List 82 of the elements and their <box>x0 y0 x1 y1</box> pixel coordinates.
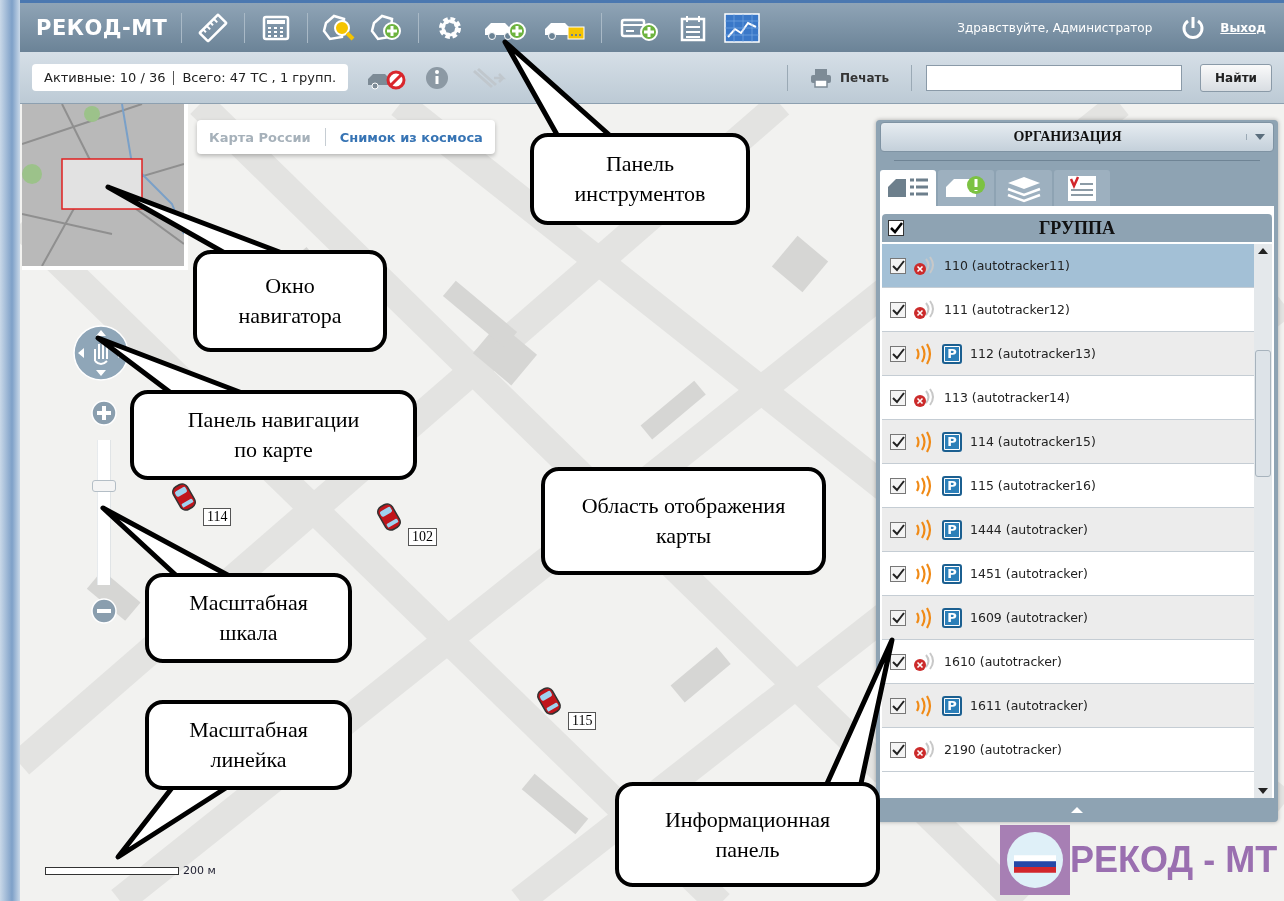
collapse-arrow-icon <box>1071 807 1083 813</box>
vehicle-label: 102 <box>408 528 437 546</box>
panel-tab[interactable] <box>938 170 994 206</box>
vehicle-row[interactable]: P 114 (autotracker15) <box>882 420 1254 464</box>
vehicle-checkbox[interactable] <box>890 301 906 318</box>
vehicle-checkbox[interactable] <box>890 741 906 758</box>
zoom-slider-thumb[interactable] <box>92 479 116 492</box>
vehicle-checkbox[interactable] <box>890 565 906 582</box>
vehicle-checkbox[interactable] <box>890 257 906 274</box>
vehicle-label: 114 <box>203 508 232 526</box>
vehicle-name: 1609 (autotracker) <box>970 610 1088 625</box>
line-chart-icon[interactable] <box>724 12 761 43</box>
scrollbar-thumb[interactable] <box>1255 350 1271 477</box>
vehicle-name: 1451 (autotracker) <box>970 566 1088 581</box>
panel-tab[interactable] <box>1054 170 1110 206</box>
vehicle-label: 115 <box>568 712 597 730</box>
zoom-out-icon[interactable] <box>91 598 117 624</box>
active-count-text: Активные: 10 / 36 <box>44 70 166 85</box>
panel-tab[interactable] <box>880 170 936 206</box>
total-count-text: Всего: 47 ТС , 1 групп. <box>182 70 337 85</box>
parking-badge: P <box>942 563 962 584</box>
callout: Панель инструментов <box>530 133 750 225</box>
panel-tab[interactable] <box>996 170 1052 206</box>
vehicle-row[interactable]: 110 (autotracker11) <box>882 244 1254 288</box>
vehicle-name: 114 (autotracker15) <box>970 434 1096 449</box>
vehicle-name: 1610 (autotracker) <box>944 654 1062 669</box>
no-signal-icon <box>912 254 936 277</box>
vehicle-name: 110 (autotracker11) <box>944 258 1070 273</box>
minimap-drawing[interactable] <box>22 104 188 270</box>
callout: Масштабная шкала <box>145 573 352 663</box>
parking-badge: P <box>942 607 962 628</box>
vehicle-checkbox[interactable] <box>890 433 906 450</box>
parking-badge: P <box>942 475 962 496</box>
zoom-in-icon[interactable] <box>91 400 117 426</box>
vehicle-checkbox[interactable] <box>890 609 906 626</box>
vehicle-row[interactable]: P 1444 (autotracker) <box>882 508 1254 552</box>
zone-search-icon[interactable] <box>322 12 357 43</box>
printer-icon <box>810 67 832 88</box>
group-checkbox[interactable] <box>888 220 904 236</box>
group-title: ГРУППА <box>1037 217 1117 239</box>
print-button[interactable]: Печать <box>806 63 894 92</box>
vehicle-checkbox[interactable] <box>890 345 906 362</box>
vehicle-checkbox[interactable] <box>890 697 906 714</box>
app-logo: РЕКОД-МТ <box>36 15 168 40</box>
company-logo-text: РЕКОД - МТ <box>1070 839 1278 881</box>
parking-badge: P <box>942 519 962 540</box>
parking-badge: P <box>942 431 962 452</box>
globe-logo-icon <box>1000 825 1070 895</box>
callout: Окно навигатора <box>193 250 387 352</box>
vehicle-row[interactable]: P 1611 (autotracker) <box>882 684 1254 728</box>
callout: Масштабная линейка <box>145 700 352 790</box>
parking-badge: P <box>942 695 962 716</box>
callout: Область отображения карты <box>541 467 826 575</box>
vehicle-name: 113 (autotracker14) <box>944 390 1070 405</box>
vehicle-row[interactable]: P 1609 (autotracker) <box>882 596 1254 640</box>
greeting-text: Здравствуйте, Администратор <box>957 20 1153 35</box>
scale-label: 200 м <box>183 864 216 877</box>
vehicle-name: 112 (autotracker13) <box>970 346 1096 361</box>
info-icon[interactable] <box>424 64 451 91</box>
vehicle-name: 111 (autotracker12) <box>944 302 1070 317</box>
no-signal-icon <box>912 738 936 761</box>
vehicle-name: 1611 (autotracker) <box>970 698 1088 713</box>
vehicle-checkbox[interactable] <box>890 477 906 494</box>
vehicle-name: 2190 (autotracker) <box>944 742 1062 757</box>
no-signal-icon <box>912 298 936 321</box>
organization-dropdown[interactable]: ОРГАНИЗАЦИЯ <box>880 122 1274 152</box>
search-field[interactable] <box>926 64 1183 91</box>
vehicle-name: 1444 (autotracker) <box>970 522 1088 537</box>
no-signal-icon <box>912 650 936 673</box>
vehicle-checkbox[interactable] <box>890 389 906 406</box>
vehicle-name: 115 (autotracker16) <box>970 478 1096 493</box>
scrollbar[interactable] <box>1254 244 1272 798</box>
vehicle-row[interactable]: P 112 (autotracker13) <box>882 332 1254 376</box>
no-signal-icon <box>912 386 936 409</box>
caret-icon <box>1246 134 1265 140</box>
parking-badge: P <box>942 343 962 364</box>
vehicle-checkbox[interactable] <box>890 653 906 670</box>
scroll-down-icon[interactable] <box>1258 788 1268 794</box>
search-button[interactable]: Найти <box>1200 63 1272 92</box>
scroll-up-icon[interactable] <box>1258 248 1268 254</box>
map-type-tab[interactable]: Снимок из космоса <box>339 129 483 145</box>
vehicle-checkbox[interactable] <box>890 521 906 538</box>
